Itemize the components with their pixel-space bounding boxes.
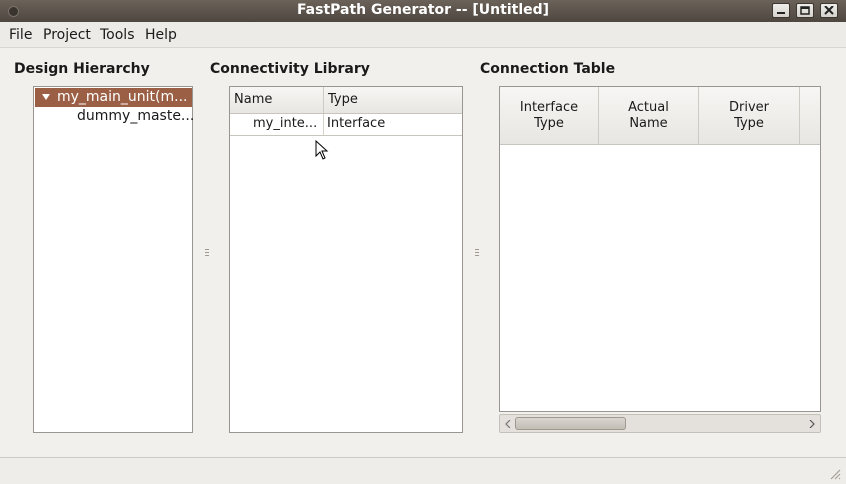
table-header: Name Type [230,87,462,114]
window-title: FastPath Generator -- [Untitled] [296,2,550,18]
menu-project[interactable]: Project [43,27,91,43]
title-bar[interactable]: FastPath Generator -- [Untitled] [0,0,846,22]
column-header-type[interactable]: Type [324,87,462,113]
scroll-right-icon[interactable] [809,420,815,428]
column-header-label: Name [234,92,273,107]
close-icon [824,6,834,15]
column-header-interface-type[interactable]: Interface Type [500,87,599,144]
horizontal-scrollbar[interactable] [499,414,821,433]
pane-splitter-handle[interactable] [475,249,479,257]
connectivity-library-heading: Connectivity Library [210,61,370,77]
design-hierarchy-tree[interactable]: my_main_unit(m... dummy_maste... [33,86,194,433]
column-header-line: Name [629,116,668,131]
connection-table[interactable]: Interface Type Actual Name Driver Type [499,86,821,412]
minimize-icon [777,12,785,14]
menu-tools[interactable]: Tools [100,27,135,43]
column-header-name[interactable]: Name [230,87,324,113]
column-header-actual-name[interactable]: Actual Name [599,87,699,144]
column-header-driver-type[interactable]: Driver Type [699,87,800,144]
expander-icon[interactable] [42,94,50,100]
table-header: Interface Type Actual Name Driver Type [500,87,820,145]
column-header-line: Type [534,116,564,131]
mouse-cursor-icon [315,140,329,160]
table-row[interactable]: my_inte... Interface [230,114,462,136]
column-header-label: Type [328,92,358,107]
pane-splitter-handle[interactable] [205,249,209,257]
scrollbar-thumb[interactable] [515,417,626,430]
column-header-line: Driver [728,100,769,115]
column-header-line: Type [734,116,764,131]
connection-table-heading: Connection Table [480,61,616,77]
connectivity-library-table[interactable]: Name Type my_inte... Interface [229,86,463,433]
column-header-line: Interface [519,100,579,115]
menu-file[interactable]: File [9,27,32,43]
cell-divider [323,114,324,135]
tree-item-label: my_main_unit(m... [57,89,188,105]
tree-item-dummy-master[interactable]: dummy_maste... [77,108,194,124]
maximize-icon [800,6,810,15]
menu-help[interactable]: Help [145,27,177,43]
maximize-button[interactable] [796,3,814,18]
scroll-left-icon[interactable] [505,420,511,428]
minimize-button[interactable] [772,3,790,18]
row-name-cell: my_inte... [253,116,318,131]
menu-bar: File Project Tools Help [0,22,846,48]
close-button[interactable] [820,3,838,18]
design-hierarchy-heading: Design Hierarchy [14,61,150,77]
status-bar [0,457,846,484]
resize-grip-icon[interactable] [829,468,841,480]
row-type-cell: Interface [327,116,386,131]
column-header-line: Actual [628,100,669,115]
tree-item-main-unit[interactable]: my_main_unit(m... [35,88,192,107]
